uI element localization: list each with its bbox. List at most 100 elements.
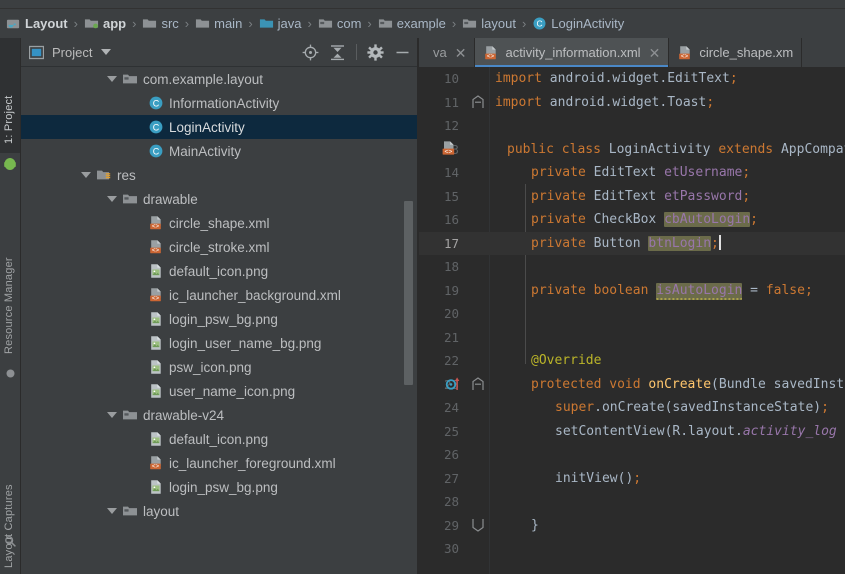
close-icon[interactable]: ✕	[455, 46, 467, 60]
tree-item-login-user-name-bg-png[interactable]: login_user_name_bg.png	[21, 331, 417, 355]
breadcrumb-item-src[interactable]: src	[140, 13, 180, 35]
fold-collapse-end-icon[interactable]	[472, 518, 484, 532]
code-line[interactable]: 27 initView();	[419, 467, 845, 491]
fold-column[interactable]	[467, 396, 489, 420]
code-line[interactable]: 30	[419, 537, 845, 561]
breadcrumb-item-layout[interactable]: Layout	[4, 13, 70, 35]
fold-column[interactable]	[467, 302, 489, 326]
fold-column[interactable]	[467, 537, 489, 561]
code-line[interactable]: 23 protected void onCreate(Bundle savedIn…	[419, 373, 845, 397]
fold-collapse-icon[interactable]	[472, 376, 484, 390]
tree-item-drawable-v24[interactable]: drawable-v24	[21, 403, 417, 427]
line-number: 21	[443, 329, 459, 345]
code-line[interactable]: 20	[419, 302, 845, 326]
tree-item-res[interactable]: res	[21, 163, 417, 187]
editor-tab-circle-shape-xm[interactable]: <> circle_shape.xm	[669, 38, 803, 67]
breadcrumb-item-com[interactable]: com	[316, 13, 364, 35]
tree-item-psw-icon-png[interactable]: psw_icon.png	[21, 355, 417, 379]
tree-item-circle-stroke-xml[interactable]: <> circle_stroke.xml	[21, 235, 417, 259]
breadcrumb-item-loginactivity[interactable]: C LoginActivity	[530, 13, 626, 35]
fold-column[interactable]	[467, 232, 489, 256]
close-icon[interactable]: ✕	[649, 46, 661, 60]
fold-column[interactable]	[467, 161, 489, 185]
code-token: etPassword	[664, 188, 743, 204]
code-line[interactable]: 11 import android.widget.Toast;	[419, 91, 845, 115]
tree-item-ic-launcher-foreground-xml[interactable]: <> ic_launcher_foreground.xml	[21, 451, 417, 475]
code-line[interactable]: 15 private EditText etPassword;	[419, 185, 845, 209]
breadcrumb-item-app[interactable]: app	[82, 13, 128, 35]
fold-column[interactable]	[467, 138, 489, 162]
fold-column[interactable]	[467, 67, 489, 91]
tool-button-project[interactable]: 1: Project	[3, 38, 15, 144]
tree-item-login-psw-bg-png[interactable]: login_psw_bg.png	[21, 307, 417, 331]
tree-item-default-icon-png[interactable]: default_icon.png	[21, 259, 417, 283]
fold-column[interactable]	[467, 114, 489, 138]
code-line[interactable]: 18	[419, 255, 845, 279]
collapse-all-icon[interactable]	[329, 44, 346, 61]
gear-icon[interactable]	[367, 43, 384, 61]
code-line[interactable]: 22 @Override	[419, 349, 845, 373]
project-tree-scrollbar[interactable]	[404, 201, 413, 385]
breadcrumb-item-java[interactable]: java	[257, 13, 304, 35]
code-line[interactable]: 14 private EditText etUsername;	[419, 161, 845, 185]
code-line[interactable]: 10 import android.widget.EditText;	[419, 67, 845, 91]
tool-button-resource-manager[interactable]: Resource Manager	[3, 234, 15, 354]
code-token: CheckBox	[593, 212, 665, 228]
fold-column[interactable]	[467, 279, 489, 303]
tree-item-layout[interactable]: layout	[21, 499, 417, 523]
code-line[interactable]: 19 private boolean isAutoLogin = false;	[419, 279, 845, 303]
code-line[interactable]: 28	[419, 490, 845, 514]
tree-item-com-example-layout[interactable]: com.example.layout	[21, 67, 417, 91]
chevron-down-icon[interactable]	[101, 49, 112, 55]
tree-item-login-psw-bg-png[interactable]: login_psw_bg.png	[21, 475, 417, 499]
fold-column[interactable]	[467, 255, 489, 279]
xml-layout-icon[interactable]: <>	[440, 140, 458, 158]
code-line[interactable]: 21	[419, 326, 845, 350]
override-method-icon[interactable]	[445, 376, 461, 392]
code-line[interactable]: 25 setContentView(R.layout.activity_log	[419, 420, 845, 444]
code-line[interactable]: 17 private Button btnLogin;	[419, 231, 845, 256]
fold-column[interactable]	[467, 514, 489, 538]
tree-item-loginactivity[interactable]: C LoginActivity	[21, 115, 417, 139]
fold-column[interactable]	[467, 467, 489, 491]
fold-column[interactable]	[467, 185, 489, 209]
expand-arrow-icon[interactable]	[81, 172, 91, 178]
tree-item-label: com.example.layout	[143, 71, 264, 87]
project-tree[interactable]: com.example.layout C InformationActivity C L…	[21, 67, 417, 574]
fold-collapse-icon[interactable]	[472, 94, 484, 108]
fold-column[interactable]	[467, 420, 489, 444]
expand-arrow-icon[interactable]	[107, 76, 117, 82]
code-line[interactable]: 24 super.onCreate(savedInstanceState);	[419, 396, 845, 420]
fold-column[interactable]	[467, 326, 489, 350]
tree-item-default-icon-png[interactable]: default_icon.png	[21, 427, 417, 451]
expand-arrow-icon[interactable]	[107, 412, 117, 418]
fold-column[interactable]	[467, 91, 489, 115]
breadcrumb-item-example[interactable]: example	[376, 13, 448, 35]
tree-item-informationactivity[interactable]: C InformationActivity	[21, 91, 417, 115]
expand-arrow-icon[interactable]	[107, 196, 117, 202]
fold-column[interactable]	[467, 490, 489, 514]
fold-column[interactable]	[467, 443, 489, 467]
locate-icon[interactable]	[302, 44, 319, 61]
editor-tab-activity-information-xml[interactable]: <> activity_information.xml ✕	[475, 38, 670, 67]
editor-tab-va[interactable]: va ✕	[419, 38, 476, 67]
code-line[interactable]: 12	[419, 114, 845, 138]
fold-column[interactable]	[467, 373, 489, 397]
hide-panel-icon[interactable]	[394, 44, 411, 61]
breadcrumb-item-layout[interactable]: layout	[460, 13, 518, 35]
expand-arrow-icon[interactable]	[107, 508, 117, 514]
tree-item-user-name-icon-png[interactable]: user_name_icon.png	[21, 379, 417, 403]
fold-column[interactable]	[467, 349, 489, 373]
tree-item-circle-shape-xml[interactable]: <> circle_shape.xml	[21, 211, 417, 235]
tree-item-ic-launcher-background-xml[interactable]: <> ic_launcher_background.xml	[21, 283, 417, 307]
code-line[interactable]: 16 private CheckBox cbAutoLogin;	[419, 208, 845, 232]
tree-item-drawable[interactable]: drawable	[21, 187, 417, 211]
tree-item-mainactivity[interactable]: C MainActivity	[21, 139, 417, 163]
code-line[interactable]: 13<>public class LoginActivity extends A…	[419, 138, 845, 162]
code-line[interactable]: 29}	[419, 514, 845, 538]
tool-button-layout-captures[interactable]: Layout Captures	[3, 458, 15, 568]
fold-column[interactable]	[467, 208, 489, 232]
code-editor[interactable]: 10 import android.widget.EditText; 11 impor…	[419, 67, 845, 574]
breadcrumb-item-main[interactable]: main	[193, 13, 244, 35]
code-line[interactable]: 26	[419, 443, 845, 467]
